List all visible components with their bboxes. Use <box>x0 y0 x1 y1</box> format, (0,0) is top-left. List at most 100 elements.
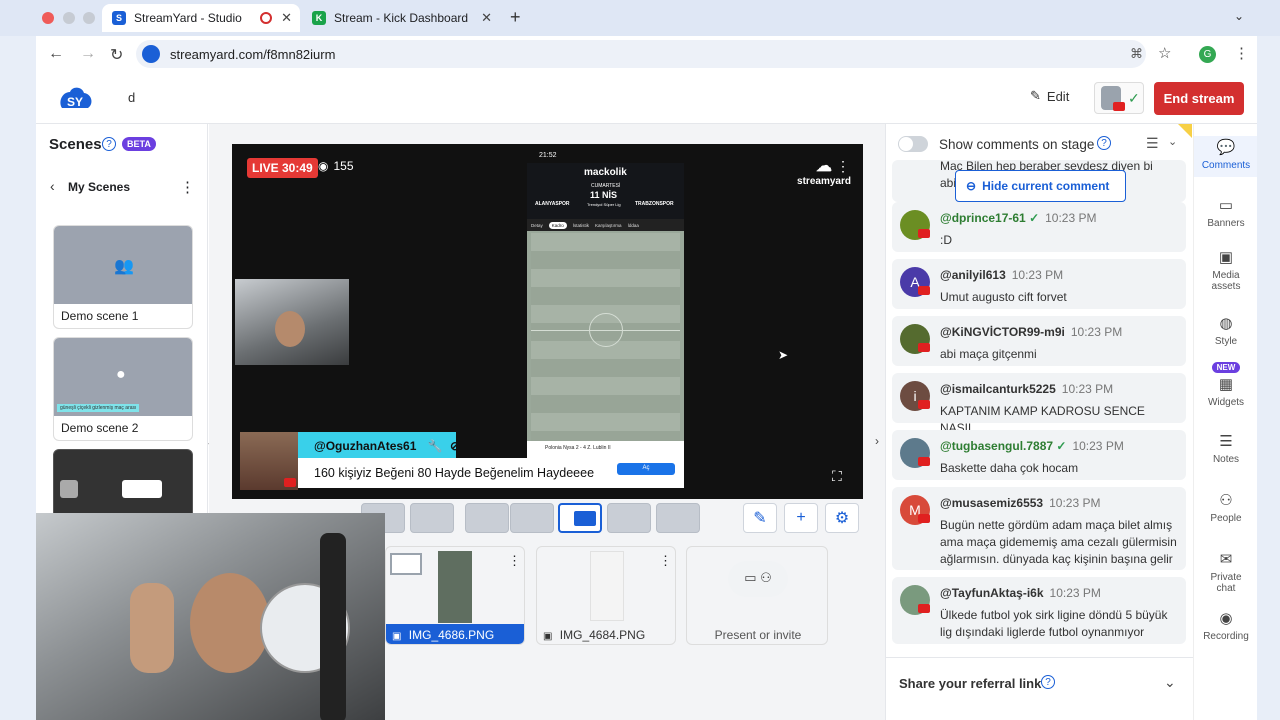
add-layout-button[interactable]: + <box>784 503 818 533</box>
banner-comment-text: 160 kişiyiz Beğeni 80 Hayde Beğenelim Ha… <box>298 458 604 488</box>
youtube-icon <box>918 229 930 238</box>
scene-card-1[interactable]: 👥 Demo scene 1 <box>53 225 193 329</box>
comment-card[interactable]: M @musasemiz6553 10:23 PM Bugün nette gördü… <box>892 487 1186 570</box>
present-invite-icon: ▭ ⚇ <box>728 561 788 597</box>
broadcast-title[interactable]: d <box>128 90 135 105</box>
rail-label: Comments <box>1201 160 1251 171</box>
plus-icon: + <box>796 509 806 526</box>
back-icon[interactable]: ← <box>48 45 64 63</box>
banner-icon: ▭ <box>1218 197 1234 214</box>
minimize-window-dot[interactable] <box>63 12 75 24</box>
tab-kick-dashboard[interactable]: K Stream - Kick Dashboard ✕ <box>302 4 500 32</box>
url-field[interactable]: streamyard.com/f8mn82iurm <box>136 40 1146 68</box>
layout-settings-button[interactable]: ⚙ <box>825 503 859 533</box>
layout-full-screen-button[interactable] <box>656 503 700 533</box>
fullscreen-icon[interactable]: ⛶ <box>832 468 842 485</box>
stage-menu-icon[interactable]: ⋮ <box>836 158 850 175</box>
hide-current-comment-button[interactable]: ⊖ Hide current comment <box>955 170 1126 202</box>
close-tab-icon[interactable]: ✕ <box>281 10 292 26</box>
commenter-username: @KiNGVİCTOR99-m9i <box>940 325 1065 339</box>
site-info-icon[interactable] <box>142 45 160 63</box>
help-icon[interactable]: ? <box>102 137 116 151</box>
phone-tab: Karşılaştırma <box>595 222 622 228</box>
referral-expand-chevron-icon[interactable]: ⌄ <box>1164 674 1176 691</box>
media-menu-icon[interactable]: ⋮ <box>659 553 672 569</box>
reload-icon[interactable]: ↻ <box>110 45 123 65</box>
layout-screen-side-button[interactable] <box>510 503 554 533</box>
tab-search-chevron-icon[interactable]: ⌄ <box>1234 9 1244 23</box>
end-stream-button[interactable]: End stream <box>1154 82 1244 115</box>
destination-avatar[interactable]: ✓ <box>1094 82 1144 114</box>
scene-card-2[interactable]: ● güneşli çiçekli gizlenmiş maç arası De… <box>53 337 193 441</box>
layout-screen-active-button[interactable] <box>558 503 602 533</box>
phone-tab: Kadro <box>548 221 567 229</box>
collapse-right-icon[interactable]: › <box>875 434 879 448</box>
close-window-dot[interactable] <box>42 12 54 24</box>
forward-icon[interactable]: → <box>80 45 96 63</box>
youtube-icon <box>918 400 930 409</box>
streamyard-logo-icon[interactable]: SY <box>56 82 96 114</box>
commenter-name-row: @KiNGVİCTOR99-m9i 10:23 PM <box>940 325 1122 339</box>
help-icon[interactable]: ? <box>1097 136 1111 150</box>
new-corner-ribbon <box>1178 124 1192 138</box>
host-camera-tile[interactable] <box>235 279 349 365</box>
close-tab-icon[interactable]: ✕ <box>481 10 492 26</box>
tab-streamyard[interactable]: S StreamYard - Studio ✕ <box>102 4 300 32</box>
tab-title: Stream - Kick Dashboard <box>334 11 469 25</box>
browser-tab-bar: S StreamYard - Studio ✕ K Stream - Kick … <box>0 0 1280 36</box>
layout-split-button[interactable] <box>465 503 509 533</box>
back-chevron-icon[interactable]: ‹ <box>50 178 55 194</box>
maximize-window-dot[interactable] <box>83 12 95 24</box>
translate-icon[interactable]: ⌘ <box>1130 46 1143 62</box>
chevron-down-icon[interactable]: ⌄ <box>1168 135 1177 148</box>
media-label: IMG_4684.PNG <box>559 628 646 642</box>
layout-screen-only-button[interactable] <box>607 503 651 533</box>
edit-layout-button[interactable]: ✎ <box>743 503 777 533</box>
gear-icon: ⚙ <box>834 510 850 527</box>
rail-banners[interactable]: ▭ Banners <box>1194 196 1257 229</box>
rail-private-chat[interactable]: ✉ Private chat <box>1194 550 1257 594</box>
notes-icon: ☰ <box>1219 433 1233 450</box>
rail-comments[interactable]: 💬 Comments <box>1194 136 1257 177</box>
help-icon[interactable]: ? <box>1041 675 1055 689</box>
comment-card[interactable]: @TayfunAktaş-i6k 10:23 PM Ülkede futbol yo… <box>892 577 1186 644</box>
scenes-menu-icon[interactable]: ⋮ <box>180 178 195 196</box>
show-on-stage-toggle[interactable] <box>898 136 928 152</box>
filter-icon[interactable]: ☰ <box>1146 135 1159 152</box>
browser-menu-icon[interactable]: ⋮ <box>1234 44 1249 62</box>
present-or-invite-card[interactable]: ▭ ⚇ Present or invite <box>686 546 828 645</box>
comment-card[interactable]: i @ismailcanturk5225 10:23 PM KAPTANIM KAMP… <box>892 373 1186 435</box>
comment-card[interactable]: @dprince17-61 ✓ 10:23 PM:D <box>892 202 1186 252</box>
media-card-img-4686[interactable]: ⋮ ▣ IMG_4686.PNG <box>385 546 525 645</box>
scene-card-3[interactable] <box>53 449 193 519</box>
scenes-title: Scenes <box>49 136 102 153</box>
rail-style[interactable]: ◍ Style <box>1194 314 1257 347</box>
beta-badge: BETA <box>122 137 156 151</box>
media-icon: ▣ <box>1218 249 1234 266</box>
pencil-icon: ✎ <box>1030 88 1041 103</box>
rail-media-assets[interactable]: ▣ Media assets <box>1194 248 1257 292</box>
profile-avatar-icon[interactable]: G <box>1199 46 1216 63</box>
commenter-name-row: @ismailcanturk5225 10:23 PM <box>940 382 1113 396</box>
host-camera-overlay <box>36 513 385 720</box>
edit-button[interactable]: ✎ Edit <box>1030 88 1069 104</box>
comment-card[interactable]: @tugbasengul.7887 ✓ 10:23 PM Baskette daha… <box>892 430 1186 480</box>
rail-notes[interactable]: ☰ Notes <box>1194 432 1257 465</box>
rail-people[interactable]: ⚇ People <box>1194 491 1257 524</box>
my-scenes-label[interactable]: My Scenes <box>68 180 130 194</box>
media-card-img-4684[interactable]: ⋮ ▣ IMG_4684.PNG <box>536 546 676 645</box>
bookmark-star-icon[interactable]: ☆ <box>1158 44 1171 62</box>
comment-card[interactable]: @KiNGVİCTOR99-m9i 10:23 PM abi maça gitçen… <box>892 316 1186 366</box>
scene-caption: güneşli çiçekli gizlenmiş maç arası <box>57 404 140 412</box>
new-tab-icon[interactable]: + <box>510 7 521 28</box>
layout-group-button[interactable] <box>410 503 454 533</box>
pencil-icon: ✎ <box>753 510 767 527</box>
media-menu-icon[interactable]: ⋮ <box>508 553 521 569</box>
rail-widgets[interactable]: NEW ▦ Widgets <box>1194 362 1257 408</box>
comment-card[interactable]: A @anilyil613 10:23 PM Umut augusto cift fo… <box>892 259 1186 309</box>
rail-recording[interactable]: ◉ Recording <box>1194 609 1257 642</box>
rail-label: Banners <box>1207 218 1245 229</box>
comment-text: :D <box>940 233 952 247</box>
scene-label: Demo scene 1 <box>61 309 139 323</box>
comment-time: 10:23 PM <box>1049 496 1101 510</box>
